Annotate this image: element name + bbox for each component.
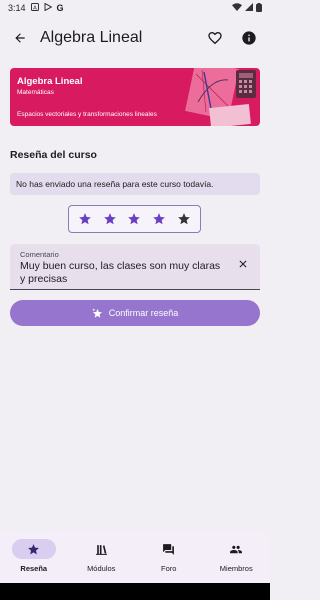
system-navigation-bar xyxy=(0,583,270,600)
close-icon xyxy=(239,260,247,268)
heart-outline-icon xyxy=(208,32,222,45)
review-notice: No has enviado una reseña para este curs… xyxy=(10,173,260,195)
star-rating xyxy=(68,205,201,233)
star-5[interactable] xyxy=(175,210,193,228)
forum-icon xyxy=(163,543,175,555)
star-1[interactable] xyxy=(76,210,94,228)
star-4[interactable] xyxy=(150,210,168,228)
nav-label-modulos: Módulos xyxy=(87,564,116,573)
a-icon: A xyxy=(30,3,39,13)
nav-item-resena[interactable]: Reseña xyxy=(0,531,68,583)
nav-item-miembros[interactable]: Miembros xyxy=(203,531,271,583)
nav-label-resena: Reseña xyxy=(20,564,48,573)
comment-input[interactable]: Muy buen curso, las clases son muy clara… xyxy=(20,260,225,286)
favorite-button[interactable] xyxy=(200,23,230,53)
review-section-title: Reseña del curso xyxy=(10,149,97,161)
course-banner: Algebra Lineal Matemáticas Espacios vect… xyxy=(10,68,260,126)
star-icon xyxy=(153,213,165,225)
wifi-icon xyxy=(232,3,242,13)
group-icon xyxy=(230,545,243,553)
nav-item-foro[interactable]: Foro xyxy=(135,531,203,583)
star-icon xyxy=(104,213,116,225)
nav-item-modulos[interactable]: Módulos xyxy=(68,531,136,583)
star-icon xyxy=(177,213,190,225)
course-title: Algebra Lineal xyxy=(17,76,83,87)
star-3[interactable] xyxy=(125,210,143,228)
clear-comment-button[interactable] xyxy=(234,255,252,273)
math-illustration xyxy=(185,68,256,126)
star-icon xyxy=(128,213,141,225)
library-icon xyxy=(95,544,107,555)
battery-icon xyxy=(256,2,262,14)
status-bar: 3:14 A G xyxy=(0,0,270,16)
comment-field[interactable]: Comentario Muy buen curso, las clases so… xyxy=(10,244,260,290)
page-title: Algebra Lineal xyxy=(40,29,143,46)
confirm-review-label: Confirmar reseña xyxy=(108,308,179,318)
play-icon xyxy=(44,2,53,13)
back-button[interactable] xyxy=(4,22,36,54)
star-icon xyxy=(79,213,92,225)
bottom-navigation: Reseña Módulos Foro Miembros xyxy=(0,531,270,583)
svg-text:A: A xyxy=(33,5,37,11)
nav-label-foro: Foro xyxy=(161,564,177,573)
status-time: 3:14 xyxy=(8,3,26,13)
google-icon: G xyxy=(56,3,64,13)
star-sparkle-icon xyxy=(92,307,102,318)
star-icon xyxy=(28,543,40,554)
course-subject: Matemáticas xyxy=(17,89,54,96)
confirm-review-button[interactable]: Confirmar reseña xyxy=(10,300,260,326)
app-bar: Algebra Lineal xyxy=(0,16,270,60)
nav-label-miembros: Miembros xyxy=(219,564,253,573)
signal-icon xyxy=(245,3,253,13)
comment-label: Comentario xyxy=(20,250,59,259)
arrow-back-icon xyxy=(15,33,25,43)
info-icon xyxy=(242,31,256,45)
course-description: Espacios vectoriales y transformaciones … xyxy=(17,111,157,118)
info-button[interactable] xyxy=(234,23,264,53)
star-2[interactable] xyxy=(101,210,119,228)
